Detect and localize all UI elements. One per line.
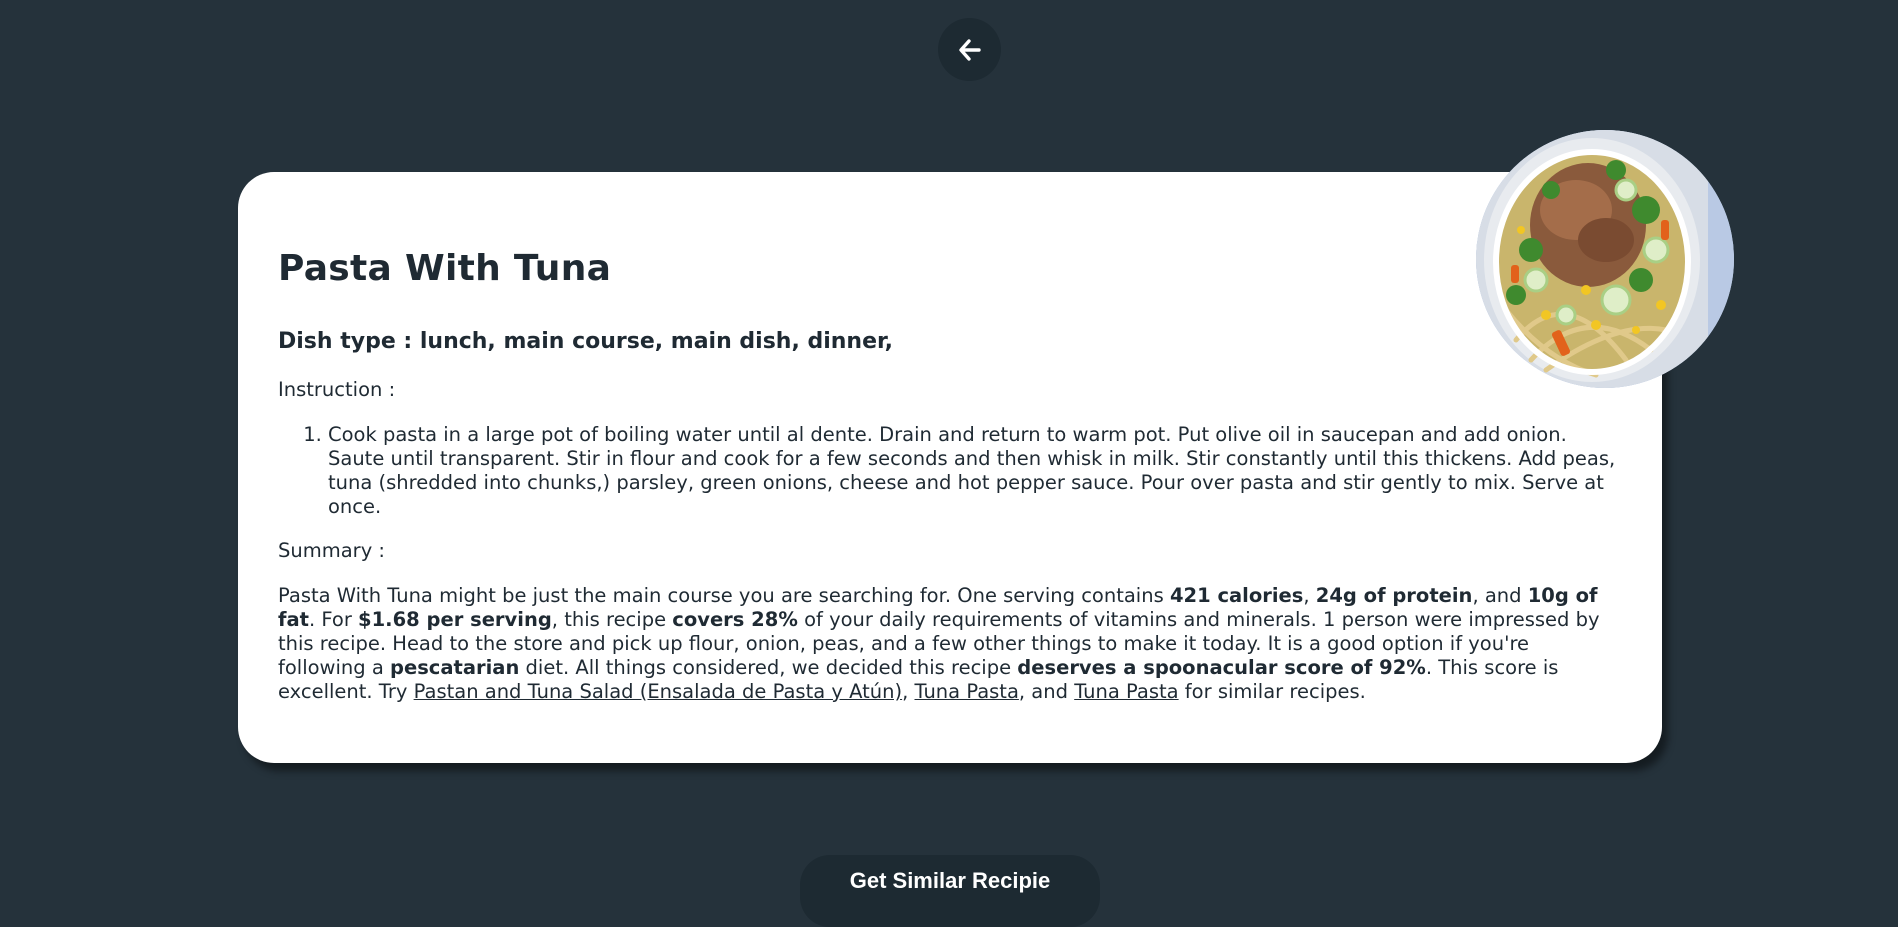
similar-recipe-link[interactable]: Pastan and Tuna Salad (Ensalada de Pasta…: [414, 680, 902, 703]
summary-fragment: diet. All things considered, we decided …: [519, 656, 1018, 679]
summary-fragment: , and: [1472, 584, 1528, 607]
protein-value: 24g of protein: [1315, 584, 1473, 607]
recipe-card: Pasta With Tuna Dish type : lunch, main …: [238, 172, 1662, 763]
recipe-title: Pasta With Tuna: [278, 248, 612, 289]
summary-label: Summary :: [278, 539, 386, 562]
similar-recipe-link[interactable]: Tuna Pasta: [915, 680, 1019, 703]
summary-fragment: ,: [1303, 584, 1316, 607]
price-value: $1.68 per serving: [358, 608, 552, 631]
pasta-tuna-image: [1476, 130, 1734, 388]
get-similar-recipe-button[interactable]: Get Similar Recipie: [800, 855, 1100, 927]
calories-value: 421 calories: [1169, 584, 1304, 607]
similar-recipe-link[interactable]: Tuna Pasta: [1074, 680, 1178, 703]
score-value: deserves a spoonacular score of 92%: [1017, 656, 1426, 679]
summary-text: Pasta With Tuna might be just the main c…: [278, 584, 1622, 704]
summary-fragment: , this recipe: [551, 608, 673, 631]
coverage-value: covers 28%: [672, 608, 798, 631]
summary-fragment: ,: [902, 680, 915, 703]
instruction-label: Instruction :: [278, 378, 396, 401]
recipe-photo: [1476, 130, 1734, 388]
summary-fragment: Pasta With Tuna might be just the main c…: [278, 584, 1170, 607]
summary-fragment: . For: [308, 608, 359, 631]
instruction-list: Cook pasta in a large pot of boiling wat…: [278, 423, 1622, 519]
summary-fragment: , and: [1018, 680, 1075, 703]
arrow-left-icon: [958, 38, 981, 61]
summary-fragment: for similar recipes.: [1178, 680, 1366, 703]
dish-type: Dish type : lunch, main course, main dis…: [278, 329, 893, 354]
instruction-step: Cook pasta in a large pot of boiling wat…: [328, 423, 1622, 519]
back-button[interactable]: [938, 18, 1001, 81]
diet-value: pescatarian: [390, 656, 520, 679]
